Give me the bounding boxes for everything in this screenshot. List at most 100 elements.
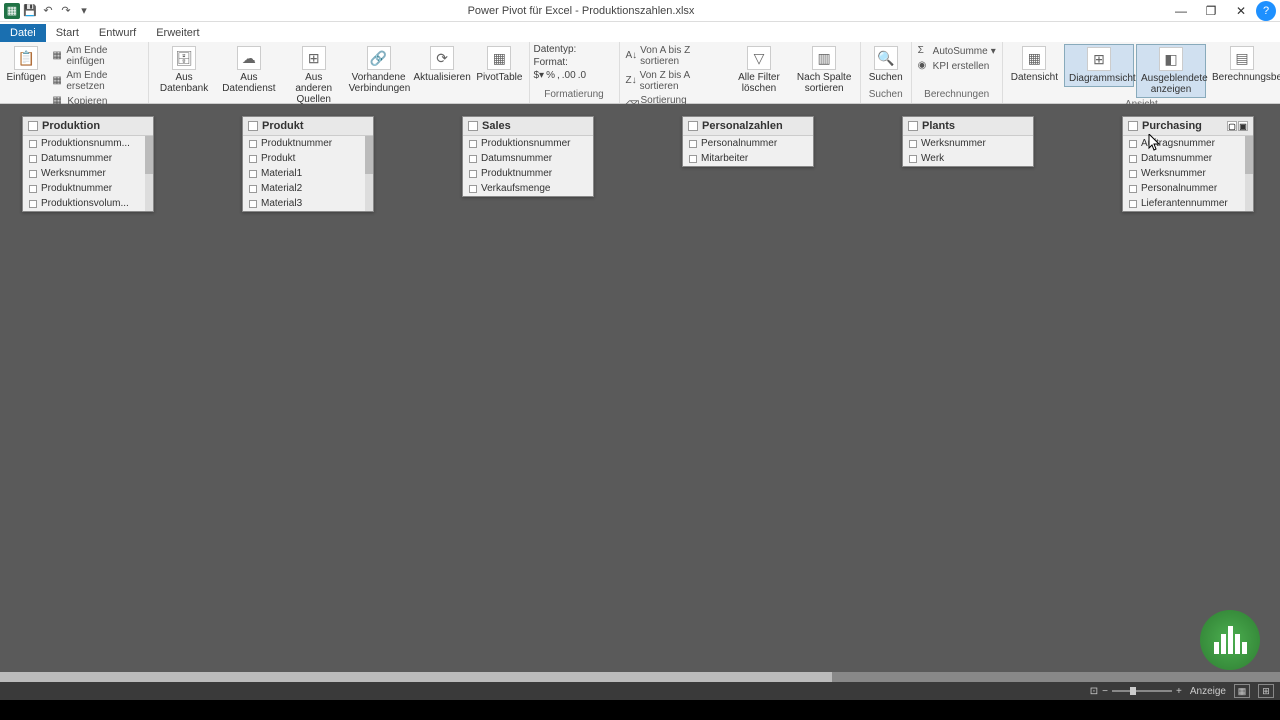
table-header[interactable]: Sales	[463, 117, 593, 136]
from-dataservice-button[interactable]: ☁Aus Datendienst	[217, 44, 280, 96]
field-icon	[1129, 185, 1137, 193]
paste-button[interactable]: 📋 Einfügen	[4, 44, 48, 85]
table-field[interactable]: Material1	[243, 166, 373, 181]
table-produktion[interactable]: ProduktionProduktionsnumm...Datumsnummer…	[22, 116, 154, 212]
diagram-canvas[interactable]: ⊡ −+ Anzeige ▦ ⊞ ProduktionProduktionsnu…	[0, 104, 1280, 700]
sort-az-button[interactable]: A↓Von A bis Z sortieren	[624, 44, 726, 68]
status-label: Anzeige	[1190, 686, 1226, 697]
save-icon[interactable]: 💾	[22, 3, 38, 19]
table-field[interactable]: Datumsnummer	[1123, 151, 1253, 166]
table-field[interactable]: Auftragsnummer	[1123, 136, 1253, 151]
table-field[interactable]: Datumsnummer	[463, 151, 593, 166]
table-field[interactable]: Werk	[903, 151, 1033, 166]
table-sales[interactable]: SalesProduktionsnummerDatumsnummerProduk…	[462, 116, 594, 197]
table-field[interactable]: Lieferantennummer	[1123, 196, 1253, 211]
table-field[interactable]: Personalnummer	[1123, 181, 1253, 196]
zoom-slider[interactable]: ⊡ −+	[1090, 686, 1182, 697]
tab-datei[interactable]: Datei	[0, 24, 46, 42]
redo-icon[interactable]: ↷	[58, 3, 74, 19]
table-header[interactable]: Personalzahlen	[683, 117, 813, 136]
paste-append-button[interactable]: ▦Am Ende einfügen	[50, 44, 143, 68]
close-button[interactable]: ✕	[1226, 0, 1256, 22]
table-field[interactable]: Material3	[243, 196, 373, 211]
horizontal-scrollbar[interactable]	[0, 672, 1280, 682]
table-field[interactable]: Produktionsnummer	[463, 136, 593, 151]
minimize-button[interactable]: —	[1166, 0, 1196, 22]
create-kpi-button[interactable]: ◉KPI erstellen	[916, 59, 998, 73]
refresh-button[interactable]: ⟳Aktualisieren	[412, 44, 472, 85]
table-scrollbar[interactable]	[365, 136, 373, 211]
increase-decimal-button[interactable]: .00	[562, 70, 576, 81]
ribbon-group-find: 🔍Suchen Suchen	[861, 42, 912, 103]
table-field[interactable]: Werksnummer	[1123, 166, 1253, 181]
table-field[interactable]: Mitarbeiter	[683, 151, 813, 166]
table-field[interactable]: Personalnummer	[683, 136, 813, 151]
field-name: Personalnummer	[701, 138, 777, 149]
field-icon	[29, 185, 37, 193]
showhidden-icon: ◧	[1159, 47, 1183, 71]
existing-connections-button[interactable]: 🔗Vorhandene Verbindungen	[347, 44, 410, 96]
qat-dropdown-icon[interactable]: ▾	[76, 3, 92, 19]
tab-erweitert[interactable]: Erweitert	[146, 24, 209, 42]
table-plants[interactable]: PlantsWerksnummerWerk	[902, 116, 1034, 167]
comma-button[interactable]: ,	[557, 70, 560, 81]
table-field[interactable]: Produktnummer	[243, 136, 373, 151]
decrease-decimal-button[interactable]: .0	[578, 70, 586, 81]
maximize-button[interactable]: ❐	[1196, 0, 1226, 22]
table-icon	[688, 121, 698, 131]
table-restore-icon[interactable]: ▣	[1238, 121, 1248, 131]
table-field[interactable]: Verkaufsmenge	[463, 181, 593, 196]
tab-entwurf[interactable]: Entwurf	[89, 24, 146, 42]
table-field[interactable]: Material2	[243, 181, 373, 196]
sort-by-column-button[interactable]: ▥Nach Spalte sortieren	[793, 44, 856, 96]
table-scrollbar[interactable]	[145, 136, 153, 211]
window-title: Power Pivot für Excel - Produktionszahle…	[96, 5, 1166, 17]
clear-filters-button[interactable]: ▽Alle Filter löschen	[727, 44, 790, 96]
field-icon	[29, 155, 37, 163]
from-other-button[interactable]: ⊞Aus anderen Quellen	[282, 44, 345, 107]
table-header[interactable]: Purchasing▢▣	[1123, 117, 1253, 136]
table-max-icon[interactable]: ▢	[1227, 121, 1237, 131]
table-purchasing[interactable]: Purchasing▢▣AuftragsnummerDatumsnummerWe…	[1122, 116, 1254, 212]
view-diagram-button[interactable]: ⊞	[1258, 684, 1274, 698]
undo-icon[interactable]: ↶	[40, 3, 56, 19]
find-button[interactable]: 🔍Suchen	[865, 44, 907, 85]
pivottable-button[interactable]: ▦PivotTable	[474, 44, 524, 85]
table-field-list: ProduktnummerProduktMaterial1Material2Ma…	[243, 136, 373, 211]
from-database-button[interactable]: 🗄Aus Datenbank	[153, 44, 216, 96]
quick-access-toolbar: ▦ 💾 ↶ ↷ ▾	[0, 3, 96, 19]
table-field[interactable]: Produktnummer	[23, 181, 153, 196]
show-hidden-button[interactable]: ◧Ausgeblendete anzeigen	[1136, 44, 1206, 98]
table-icon	[248, 121, 258, 131]
table-field[interactable]: Produktionsvolum...	[23, 196, 153, 211]
currency-button[interactable]: $▾	[534, 70, 545, 81]
percent-button[interactable]: %	[546, 70, 555, 81]
table-field[interactable]: Werksnummer	[903, 136, 1033, 151]
table-field[interactable]: Werksnummer	[23, 166, 153, 181]
fit-icon[interactable]: ⊡	[1090, 686, 1098, 697]
table-field[interactable]: Datumsnummer	[23, 151, 153, 166]
table-header[interactable]: Produktion	[23, 117, 153, 136]
calc-area-button[interactable]: ▤Berechnungsbereich	[1208, 44, 1276, 85]
data-view-button[interactable]: ▦Datensicht	[1007, 44, 1062, 85]
autosum-button[interactable]: ΣAutoSumme▾	[916, 44, 998, 58]
tab-start[interactable]: Start	[46, 24, 89, 42]
diagram-view-button[interactable]: ⊞Diagrammsicht	[1064, 44, 1134, 87]
table-field[interactable]: Produkt	[243, 151, 373, 166]
table-produkt[interactable]: ProduktProduktnummerProduktMaterial1Mate…	[242, 116, 374, 212]
table-field[interactable]: Produktnummer	[463, 166, 593, 181]
table-field[interactable]: Produktionsnumm...	[23, 136, 153, 151]
diagramview-icon: ⊞	[1087, 47, 1111, 71]
table-field-list: ProduktionsnummerDatumsnummerProduktnumm…	[463, 136, 593, 196]
table-scrollbar[interactable]	[1245, 136, 1253, 211]
table-header[interactable]: Plants	[903, 117, 1033, 136]
table-header[interactable]: Produkt	[243, 117, 373, 136]
view-data-button[interactable]: ▦	[1234, 684, 1250, 698]
table-personalzahlen[interactable]: Personalzahlen Personalnummer Mitarbeiter	[682, 116, 814, 167]
statusbar: ⊡ −+ Anzeige ▦ ⊞	[0, 682, 1280, 700]
paste-icon: 📋	[14, 46, 38, 70]
field-icon	[1129, 170, 1137, 178]
sort-za-button[interactable]: Z↓Von Z bis A sortieren	[624, 69, 726, 93]
paste-replace-button[interactable]: ▦Am Ende ersetzen	[50, 69, 143, 93]
help-icon[interactable]: ?	[1256, 1, 1276, 21]
